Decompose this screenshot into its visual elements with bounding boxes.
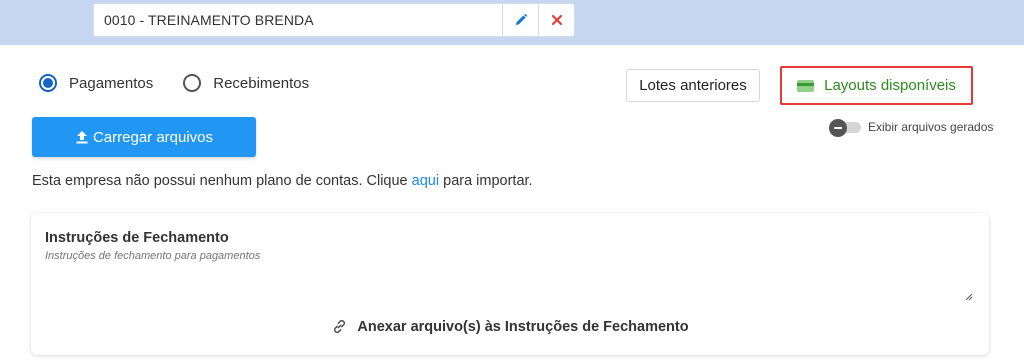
radio-label-pagamentos[interactable]: Pagamentos [69, 75, 153, 92]
closing-instructions-title: Instruções de Fechamento [45, 230, 229, 246]
attach-files-button[interactable]: Anexar arquivo(s) às Instruções de Fecha… [31, 318, 989, 335]
radio-pagamentos[interactable]: Pagamentos [39, 74, 153, 92]
radio-label-recebimentos[interactable]: Recebimentos [213, 75, 309, 92]
company-selector[interactable]: 0010 - TREINAMENTO BRENDA [93, 3, 575, 37]
clear-company-button[interactable] [538, 4, 574, 36]
previous-batches-button[interactable]: Lotes anteriores [626, 69, 760, 102]
show-generated-files-toggle-row: Exibir arquivos gerados [829, 119, 994, 137]
available-layouts-button[interactable]: Layouts disponíveis [780, 66, 973, 105]
edit-company-button[interactable] [502, 4, 538, 36]
chart-of-accounts-notice: Esta empresa não possui nenhum plano de … [32, 173, 533, 189]
upload-files-label: Carregar arquivos [92, 128, 214, 146]
upload-files-button[interactable]: Carregar arquivos [32, 117, 256, 157]
import-link[interactable]: aqui [412, 173, 439, 189]
link-icon [334, 320, 346, 333]
upload-icon [76, 131, 88, 144]
show-generated-files-label: Exibir arquivos gerados [868, 120, 994, 134]
top-bar: 0010 - TREINAMENTO BRENDA [0, 0, 1024, 45]
show-generated-files-toggle[interactable] [829, 119, 862, 137]
notice-suffix: para importar. [443, 173, 533, 189]
attach-files-label: Anexar arquivo(s) às Instruções de Fecha… [357, 318, 689, 335]
radio-unchecked-icon[interactable] [183, 74, 202, 92]
resize-handle-icon[interactable] [963, 291, 973, 301]
toggle-knob-icon [829, 119, 847, 137]
notice-prefix: Esta empresa não possui nenhum plano de … [32, 173, 408, 189]
company-name[interactable]: 0010 - TREINAMENTO BRENDA [94, 12, 502, 28]
credit-card-icon [797, 79, 815, 92]
radio-recebimentos[interactable]: Recebimentos [183, 74, 309, 92]
radio-checked-icon[interactable] [39, 74, 57, 92]
close-icon [551, 15, 562, 25]
closing-instructions-panel: Instruções de Fechamento Anexar arquivo(… [31, 213, 989, 355]
closing-instructions-textarea[interactable] [45, 250, 975, 302]
available-layouts-label: Layouts disponíveis [824, 77, 956, 94]
pencil-icon [515, 13, 527, 25]
transaction-type-radio-group: Pagamentos Recebimentos [39, 74, 339, 92]
